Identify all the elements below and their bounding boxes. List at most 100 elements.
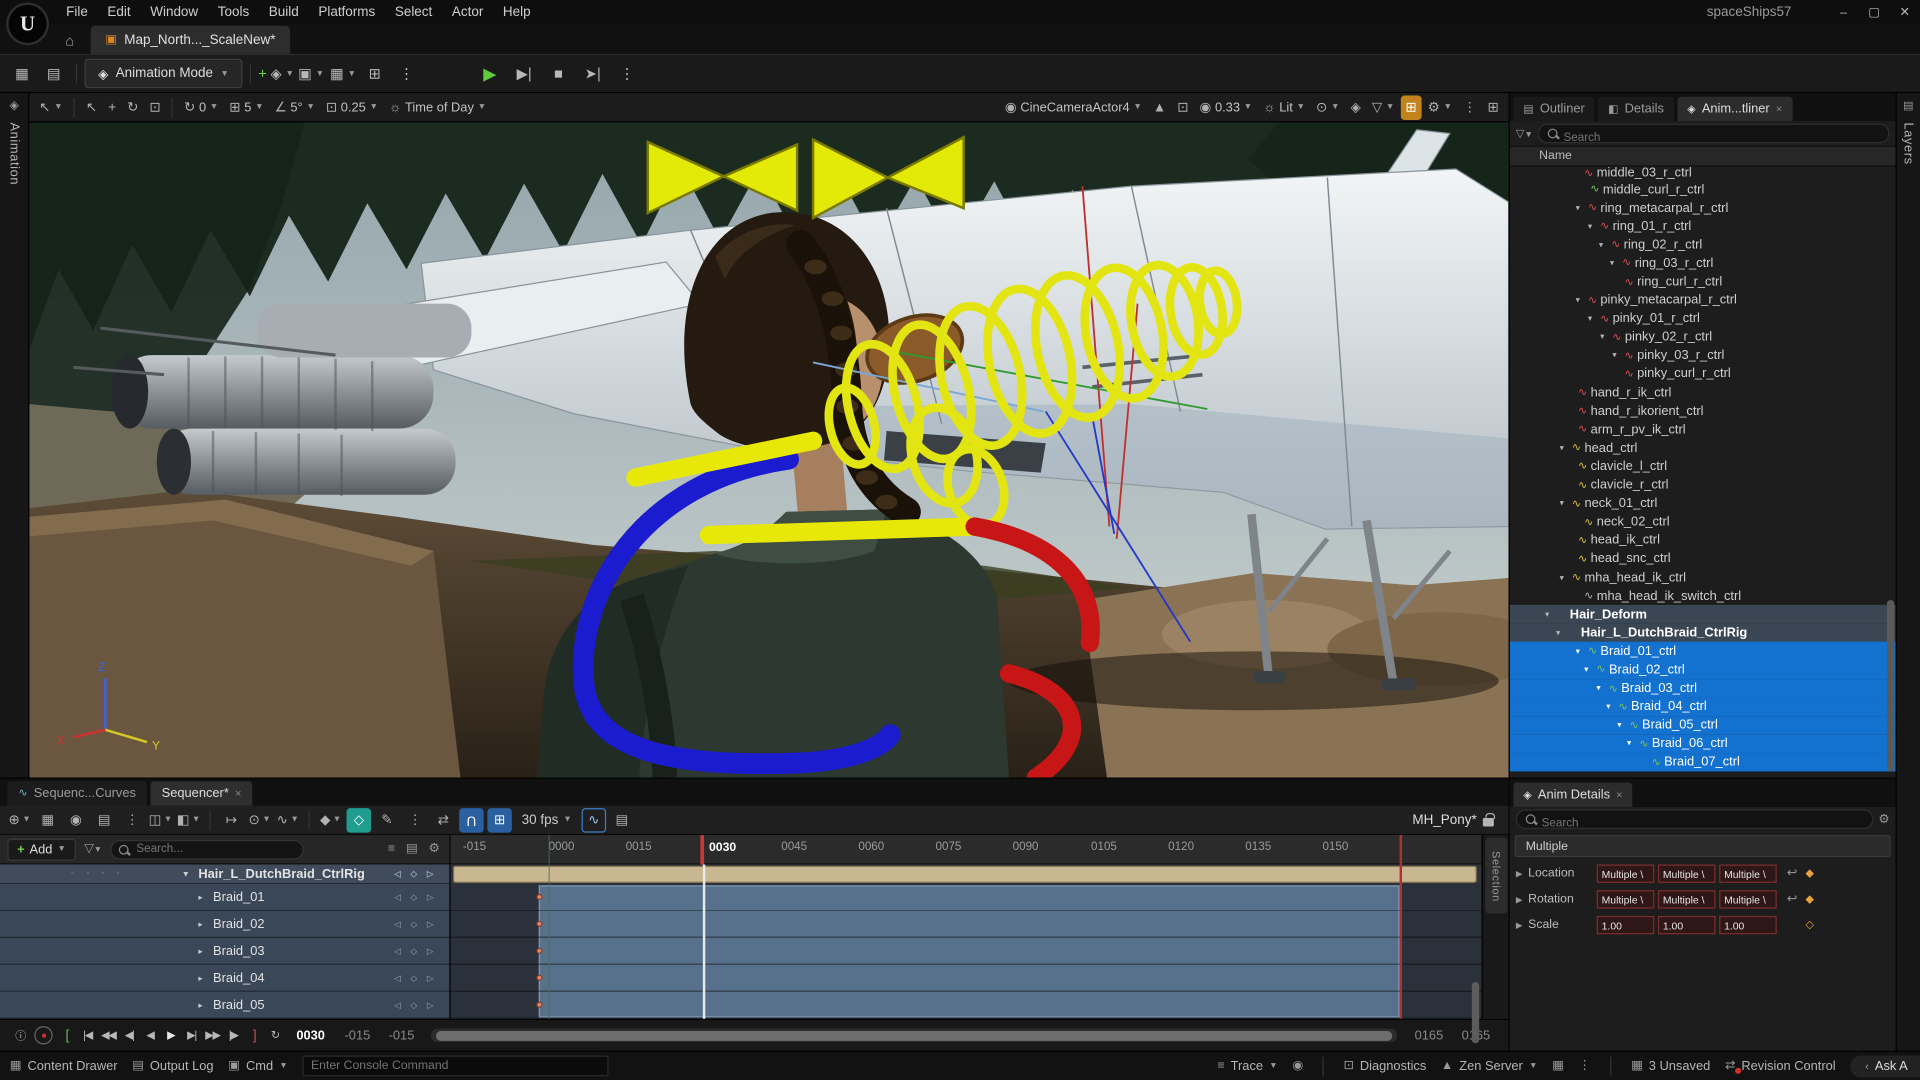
rotation-snap-dropdown[interactable]: ↻0▼ bbox=[179, 95, 223, 119]
track-state-icons[interactable]: ◦ ◦ ◦ ◦ bbox=[71, 870, 125, 879]
working-range-end[interactable]: 0165 bbox=[1415, 1028, 1444, 1043]
outliner-tree-row[interactable]: ∿ pinky_curl_r_ctrl bbox=[1510, 365, 1896, 383]
playhead-marker[interactable] bbox=[700, 836, 704, 865]
menu-item[interactable]: Build bbox=[259, 0, 309, 24]
expander-icon[interactable]: ▾ bbox=[1555, 572, 1568, 582]
stop-button[interactable]: ■ bbox=[544, 59, 573, 88]
outliner-tree-row[interactable]: ▾ ∿ pinky_metacarpal_r_ctrl bbox=[1510, 291, 1896, 309]
sequencer-timeline[interactable]: -015000000150045006000750090010501200135… bbox=[451, 836, 1482, 1020]
filter-dropdown[interactable]: ▽▼ bbox=[1367, 95, 1399, 119]
tab-sequencer-curves[interactable]: ∿ Sequenc...Curves bbox=[7, 781, 147, 805]
outliner-tree-row[interactable]: ▾ ∿ Braid_05_ctrl bbox=[1510, 716, 1896, 734]
value-y-field[interactable]: Multiple \ bbox=[1658, 864, 1716, 882]
world-dropdown-icon[interactable]: ⊕▼ bbox=[7, 808, 31, 832]
level-tab[interactable]: ▣ Map_North..._ScaleNew* bbox=[91, 26, 291, 54]
pilot-frame-icon[interactable]: ⊡ bbox=[1172, 95, 1193, 119]
viewport-3d-scene[interactable]: Z Y X bbox=[29, 122, 1508, 777]
outliner-tree-row[interactable]: ∿ arm_r_pv_ik_ctrl bbox=[1510, 420, 1896, 438]
track-row[interactable]: ▸ Braid_01 ◁ ◇ ▷ bbox=[0, 885, 449, 912]
value-x-field[interactable]: Multiple \ bbox=[1597, 864, 1655, 882]
track-row[interactable]: ▸ Braid_04 ◁ ◇ ▷ bbox=[0, 965, 449, 992]
transport-button[interactable]: [ bbox=[56, 1024, 77, 1046]
expander-icon[interactable]: ▾ bbox=[1602, 702, 1615, 712]
zen-server-dropdown[interactable]: ▲ Zen Server ▼ bbox=[1441, 1059, 1537, 1074]
play-button[interactable]: ▶ bbox=[475, 59, 504, 88]
transport-button[interactable]: ⓘ bbox=[10, 1024, 31, 1046]
keyframe-nav-icons[interactable]: ◁ ◇ ▷ bbox=[394, 946, 437, 956]
expander-icon[interactable]: ▾ bbox=[1596, 332, 1609, 342]
outliner-tree-row[interactable]: ∿ neck_02_ctrl bbox=[1510, 513, 1896, 531]
show-flags-dropdown[interactable]: ⊙▼ bbox=[1311, 95, 1344, 119]
camera-speed-dropdown[interactable]: ◉0.33▼ bbox=[1195, 95, 1257, 119]
menu-item[interactable]: Select bbox=[385, 0, 442, 24]
timeline-view-icon[interactable]: ▤ bbox=[610, 808, 634, 832]
outliner-tree-row[interactable]: ▾ ∿ Braid_01_ctrl bbox=[1510, 642, 1896, 660]
value-z-field[interactable]: Multiple \ bbox=[1719, 890, 1777, 908]
expander-icon[interactable]: ▸ bbox=[198, 1000, 213, 1010]
selection-strip-tab[interactable]: Selection bbox=[1485, 838, 1507, 914]
transport-button[interactable]: ◀ bbox=[140, 1024, 161, 1046]
keyframe-diamond-icon[interactable]: ◆ bbox=[1801, 867, 1818, 880]
expander-icon[interactable]: ▶ bbox=[1516, 894, 1528, 904]
expander-icon[interactable]: ▸ bbox=[198, 919, 213, 929]
statusbar-overflow[interactable]: ⋮ bbox=[1578, 1059, 1590, 1072]
cmd-dropdown[interactable]: ▣ Cmd ▼ bbox=[228, 1059, 287, 1074]
transport-button[interactable]: ▶▶ bbox=[202, 1024, 223, 1046]
track-vertical-scrollbar[interactable] bbox=[1472, 982, 1479, 1043]
expander-icon[interactable]: ▾ bbox=[184, 869, 199, 879]
expander-icon[interactable]: ▾ bbox=[1583, 314, 1596, 324]
playback-range-icon[interactable]: ↦ bbox=[219, 808, 243, 832]
value-z-field[interactable]: 1.00 bbox=[1719, 916, 1777, 934]
expander-icon[interactable]: ▶ bbox=[1516, 869, 1528, 879]
add-actor-button[interactable]: +◈▼ bbox=[258, 59, 294, 88]
menu-item[interactable]: Window bbox=[140, 0, 208, 24]
expander-icon[interactable]: ▾ bbox=[1592, 683, 1605, 693]
outliner-name-column-header[interactable]: Name bbox=[1510, 146, 1896, 167]
maximize-viewport-icon[interactable]: ⊞ bbox=[1483, 95, 1504, 119]
transport-button[interactable]: ▶| bbox=[181, 1024, 202, 1046]
expander-icon[interactable]: ▾ bbox=[1580, 665, 1593, 675]
timeline-scrollbar[interactable] bbox=[431, 1029, 1397, 1042]
expander-icon[interactable]: ▸ bbox=[198, 946, 213, 956]
camera-actor-dropdown[interactable]: ◉CineCameraActor4▼ bbox=[1000, 95, 1147, 119]
track-search[interactable] bbox=[111, 840, 304, 860]
render-movie-icon[interactable]: ▤ bbox=[92, 808, 116, 832]
keyframe-nav-icons[interactable]: ◁ ◇ ▷ bbox=[394, 919, 437, 929]
viewport-options-icon[interactable]: ⋮ bbox=[1458, 95, 1481, 119]
expander-icon[interactable]: ▾ bbox=[1555, 499, 1568, 509]
sequencer-settings-gear-icon[interactable]: ⚙ bbox=[426, 843, 442, 856]
toolbar-overflow-icon[interactable]: ⋮ bbox=[392, 59, 421, 88]
track-search-input[interactable] bbox=[111, 840, 304, 860]
expander-icon[interactable]: ▾ bbox=[1583, 221, 1596, 231]
save-button[interactable]: ▦ bbox=[7, 59, 36, 88]
revert-icon[interactable]: ↩ bbox=[1783, 867, 1801, 880]
ask-ai-button[interactable]: ‹ Ask A bbox=[1850, 1055, 1920, 1077]
camera-icon[interactable]: ◉ bbox=[64, 808, 88, 832]
outliner-tree-row[interactable]: ▾ ∿ ring_metacarpal_r_ctrl bbox=[1510, 198, 1896, 216]
tab-outliner[interactable]: ▤ Outliner bbox=[1513, 97, 1594, 121]
trace-dropdown[interactable]: ≡ Trace ▼ bbox=[1217, 1059, 1277, 1074]
keyframe-nav-icons[interactable]: ◁ ◇ ▷ bbox=[394, 973, 437, 983]
expander-icon[interactable]: ▾ bbox=[1594, 240, 1607, 250]
outliner-tree-row[interactable]: ▾ ∿ Braid_06_ctrl bbox=[1510, 734, 1896, 752]
time-of-day-dropdown[interactable]: ☼Time of Day▼ bbox=[384, 95, 491, 119]
revision-control-button[interactable]: ⇄ Revision Control bbox=[1725, 1059, 1836, 1074]
value-z-field[interactable]: Multiple \ bbox=[1719, 864, 1777, 882]
add-track-button[interactable]: + Add ▼ bbox=[7, 839, 75, 861]
anim-details-search-input[interactable] bbox=[1517, 815, 1872, 832]
edit-mode-icon[interactable]: ✎ bbox=[375, 808, 399, 832]
close-icon[interactable]: × bbox=[1616, 789, 1622, 801]
transport-button[interactable]: ▶ bbox=[160, 1024, 181, 1046]
outliner-tree-row[interactable]: ∿ ring_curl_r_ctrl bbox=[1510, 272, 1896, 290]
view-range-start[interactable]: -015 bbox=[345, 1028, 371, 1043]
outliner-tree-row[interactable]: ∿ head_snc_ctrl bbox=[1510, 550, 1896, 568]
transport-button[interactable]: ◀◀ bbox=[98, 1024, 119, 1046]
layout-dropdown-icon[interactable]: ◫▼ bbox=[148, 808, 172, 832]
outliner-tree-row[interactable]: ∿ hand_r_ik_ctrl bbox=[1510, 383, 1896, 401]
menu-item[interactable]: Platforms bbox=[309, 0, 385, 24]
keyframe-dropdown-icon[interactable]: ◆▼ bbox=[318, 808, 342, 832]
playback-start-marker[interactable] bbox=[549, 836, 550, 1020]
scale-snap-dropdown[interactable]: ⊡0.25▼ bbox=[321, 95, 383, 119]
grid-snap-dropdown[interactable]: ⊞5▼ bbox=[224, 95, 268, 119]
expander-icon[interactable]: ▾ bbox=[1571, 646, 1584, 656]
